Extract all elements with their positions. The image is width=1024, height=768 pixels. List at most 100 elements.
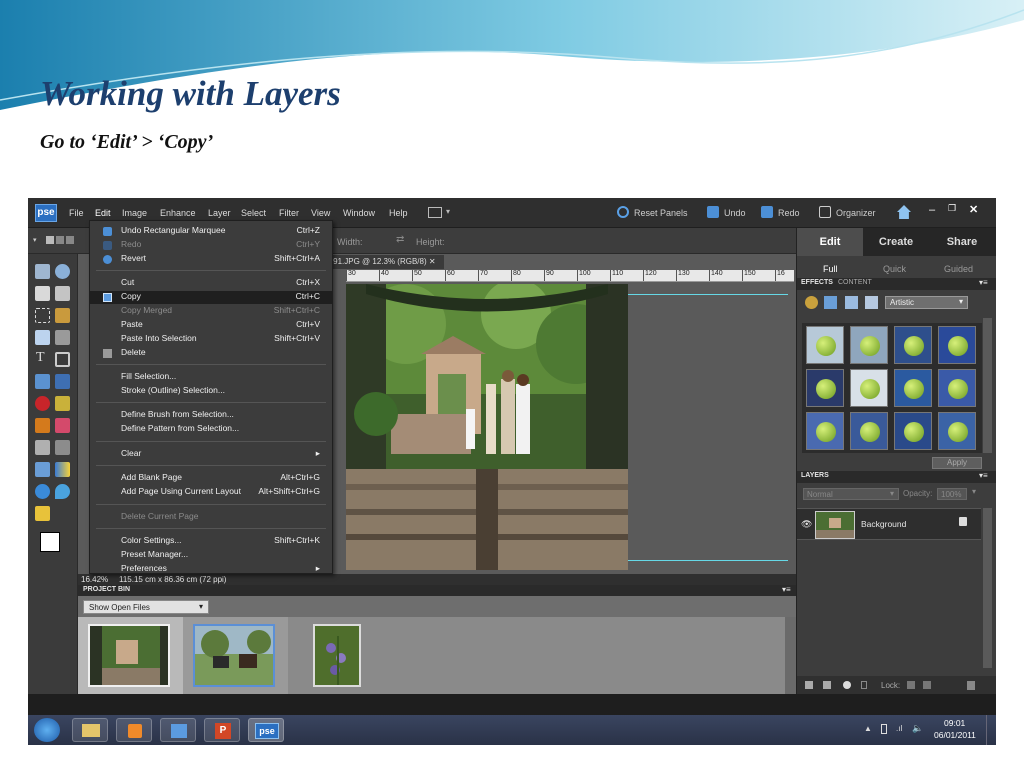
menu-item-define-pattern-from-selection[interactable]: Define Pattern from Selection... bbox=[90, 423, 332, 436]
menu-item-add-blank-page[interactable]: Add Blank Page Alt+Ctrl+G bbox=[90, 472, 332, 485]
healing-brush-tool-icon[interactable] bbox=[55, 396, 70, 411]
menu-item-paste[interactable]: Paste Ctrl+V bbox=[90, 319, 332, 332]
panel-menu-icon[interactable]: ▾≡ bbox=[782, 585, 791, 594]
panel-menu-icon[interactable]: ▾≡ bbox=[979, 278, 988, 287]
blur-tool-icon[interactable] bbox=[55, 484, 70, 499]
opacity-field[interactable]: 100% bbox=[937, 488, 967, 500]
bin-scrollbar[interactable] bbox=[785, 617, 796, 694]
menu-item-preset-manager[interactable]: Preset Manager... bbox=[90, 549, 332, 562]
menu-item-preferences[interactable]: Preferences ▸ bbox=[90, 563, 332, 576]
minimize-icon[interactable]: – bbox=[929, 204, 935, 216]
gradient-tool-icon[interactable] bbox=[55, 462, 70, 477]
effect-thumbnail[interactable] bbox=[938, 412, 976, 450]
bin-thumbnail-cell[interactable] bbox=[288, 617, 393, 694]
close-tab-icon[interactable]: ✕ bbox=[429, 257, 436, 266]
network-icon[interactable]: .ıl bbox=[896, 724, 902, 733]
menu-window[interactable]: Window bbox=[343, 208, 375, 218]
photo-effects-icon[interactable] bbox=[845, 296, 858, 309]
menu-help[interactable]: Help bbox=[389, 208, 408, 218]
foreground-color-swatch[interactable] bbox=[40, 532, 60, 552]
new-selection-icon[interactable] bbox=[46, 236, 54, 244]
show-all-icon[interactable] bbox=[865, 296, 878, 309]
effects-category-dropdown[interactable]: Artistic ▾ bbox=[885, 296, 968, 309]
effect-thumbnail[interactable] bbox=[850, 369, 888, 407]
eyedropper-tool-icon[interactable] bbox=[55, 286, 70, 301]
show-desktop-button[interactable] bbox=[986, 715, 996, 745]
menu-edit[interactable]: Edit bbox=[95, 208, 111, 218]
straighten-tool-icon[interactable] bbox=[55, 374, 70, 389]
effect-thumbnail[interactable] bbox=[850, 412, 888, 450]
zoom-tool-icon[interactable] bbox=[55, 264, 70, 279]
crop-tool-icon[interactable] bbox=[55, 352, 70, 367]
link-icon[interactable] bbox=[861, 681, 867, 689]
bluebells-thumbnail[interactable] bbox=[313, 624, 361, 687]
taskbar-app[interactable] bbox=[160, 718, 196, 742]
brush-tool-icon[interactable] bbox=[35, 440, 50, 455]
layer-styles-icon[interactable] bbox=[824, 296, 837, 309]
clone-stamp-tool-icon[interactable] bbox=[35, 418, 50, 433]
menu-item-color-settings[interactable]: Color Settings... Shift+Ctrl+K bbox=[90, 535, 332, 548]
taskbar-powerpoint[interactable]: P bbox=[204, 718, 240, 742]
menu-image[interactable]: Image bbox=[122, 208, 147, 218]
start-button[interactable] bbox=[34, 718, 60, 742]
menu-item-cut[interactable]: Cut Ctrl+X bbox=[90, 277, 332, 290]
paint-bucket-tool-icon[interactable] bbox=[35, 462, 50, 477]
effect-thumbnail[interactable] bbox=[894, 326, 932, 364]
effect-thumbnail[interactable] bbox=[894, 412, 932, 450]
move-tool-icon[interactable] bbox=[35, 264, 50, 279]
menu-filter[interactable]: Filter bbox=[279, 208, 299, 218]
trash-icon[interactable] bbox=[967, 681, 975, 690]
filters-icon[interactable] bbox=[805, 296, 818, 309]
quick-selection-tool-icon[interactable] bbox=[55, 330, 70, 345]
bin-thumbnail-cell[interactable] bbox=[183, 617, 288, 694]
content-tab[interactable]: CONTENT bbox=[838, 279, 872, 286]
bin-thumbnail-cell[interactable] bbox=[78, 617, 183, 694]
menu-item-stroke-outline-selection[interactable]: Stroke (Outline) Selection... bbox=[90, 385, 332, 398]
home-icon[interactable] bbox=[897, 205, 911, 219]
menu-item-fill-selection[interactable]: Fill Selection... bbox=[90, 371, 332, 384]
lock-all-icon[interactable] bbox=[923, 681, 931, 689]
reset-panels-button[interactable]: Reset Panels bbox=[617, 206, 688, 218]
red-eye-tool-icon[interactable] bbox=[35, 396, 50, 411]
effects-scrollbar[interactable] bbox=[983, 318, 992, 453]
mode-quick[interactable]: Quick bbox=[883, 264, 906, 274]
garden-thumbnail[interactable] bbox=[88, 624, 170, 687]
tab-edit[interactable]: Edit bbox=[797, 228, 863, 256]
tray-expand-icon[interactable]: ▲ bbox=[864, 724, 872, 733]
marquee-tool-icon[interactable] bbox=[35, 308, 50, 323]
dogs-thumbnail[interactable] bbox=[193, 624, 275, 687]
new-group-icon[interactable] bbox=[823, 681, 831, 689]
panel-menu-icon[interactable]: ▾≡ bbox=[979, 471, 988, 480]
lasso-tool-icon[interactable] bbox=[55, 308, 70, 323]
adjustment-layer-icon[interactable] bbox=[843, 681, 851, 689]
hand-tool-icon[interactable] bbox=[35, 286, 50, 301]
taskbar-photoshop-elements[interactable]: pse bbox=[248, 718, 284, 742]
close-icon[interactable]: ✕ bbox=[969, 203, 978, 216]
menu-item-add-page-using-current-layout[interactable]: Add Page Using Current Layout Alt+Shift+C… bbox=[90, 486, 332, 499]
menu-item-delete[interactable]: Delete bbox=[90, 347, 332, 360]
clock-time[interactable]: 09:01 bbox=[944, 718, 965, 728]
menu-item-revert[interactable]: Revert Shift+Ctrl+A bbox=[90, 253, 332, 266]
menu-view[interactable]: View bbox=[311, 208, 330, 218]
menu-item-define-brush-from-selection[interactable]: Define Brush from Selection... bbox=[90, 409, 332, 422]
taskbar-media-player[interactable] bbox=[116, 718, 152, 742]
effect-thumbnail[interactable] bbox=[806, 412, 844, 450]
effect-thumbnail[interactable] bbox=[806, 326, 844, 364]
mode-guided[interactable]: Guided bbox=[944, 264, 973, 274]
volume-icon[interactable]: 🔈 bbox=[912, 723, 923, 734]
show-open-files-dropdown[interactable]: Show Open Files ▾ bbox=[83, 600, 209, 614]
layers-scrollbar[interactable] bbox=[983, 508, 992, 668]
menu-item-clear[interactable]: Clear ▸ bbox=[90, 448, 332, 461]
sponge-tool-icon[interactable] bbox=[35, 506, 50, 521]
menu-item-copy[interactable]: Copy Ctrl+C bbox=[90, 291, 332, 304]
menu-file[interactable]: File bbox=[69, 208, 84, 218]
smart-brush-tool-icon[interactable] bbox=[55, 440, 70, 455]
zoom-level[interactable]: 16.42% bbox=[81, 575, 108, 584]
shape-tool-icon[interactable] bbox=[35, 484, 50, 499]
magic-wand-tool-icon[interactable] bbox=[35, 330, 50, 345]
chevron-down-icon[interactable]: ▾ bbox=[972, 487, 976, 496]
restore-icon[interactable]: ❐ bbox=[948, 203, 956, 214]
tab-create[interactable]: Create bbox=[863, 228, 929, 256]
garden-photo[interactable] bbox=[346, 284, 628, 570]
eye-icon[interactable]: 👁 bbox=[801, 519, 812, 530]
